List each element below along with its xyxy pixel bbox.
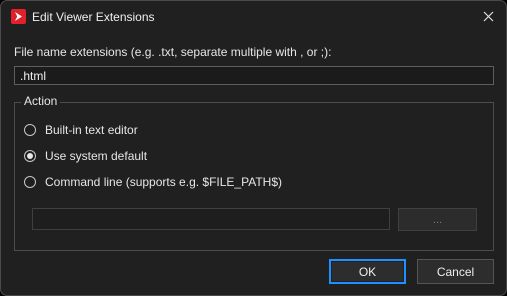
- radio-label-system-default: Use system default: [45, 149, 148, 163]
- red-play-logo-icon: [11, 9, 26, 24]
- radio-label-builtin: Built-in text editor: [45, 123, 138, 137]
- dialog-title: Edit Viewer Extensions: [32, 10, 155, 24]
- title-bar[interactable]: Edit Viewer Extensions: [1, 1, 506, 32]
- action-group-legend: Action: [21, 94, 61, 108]
- cancel-button[interactable]: Cancel: [417, 259, 494, 284]
- radio-button[interactable]: [24, 176, 36, 188]
- close-button[interactable]: [476, 5, 500, 27]
- edit-viewer-extensions-dialog: Edit Viewer Extensions File name extensi…: [0, 0, 507, 296]
- radio-use-system-default[interactable]: Use system default: [24, 148, 147, 164]
- action-group: Action Built-in text editor Use system d…: [14, 94, 494, 251]
- radio-label-command-line: Command line (supports e.g. $FILE_PATH$): [45, 175, 282, 189]
- extensions-label: File name extensions (e.g. .txt, separat…: [14, 45, 332, 59]
- ok-button[interactable]: OK: [329, 259, 406, 284]
- radio-button-selected[interactable]: [24, 150, 36, 162]
- radio-button[interactable]: [24, 124, 36, 136]
- radio-builtin-text-editor[interactable]: Built-in text editor: [24, 122, 138, 138]
- browse-button[interactable]: ...: [398, 208, 477, 231]
- radio-command-line[interactable]: Command line (supports e.g. $FILE_PATH$): [24, 174, 282, 190]
- close-icon: [483, 11, 493, 21]
- command-line-input[interactable]: [32, 208, 390, 230]
- extensions-input[interactable]: [14, 66, 494, 85]
